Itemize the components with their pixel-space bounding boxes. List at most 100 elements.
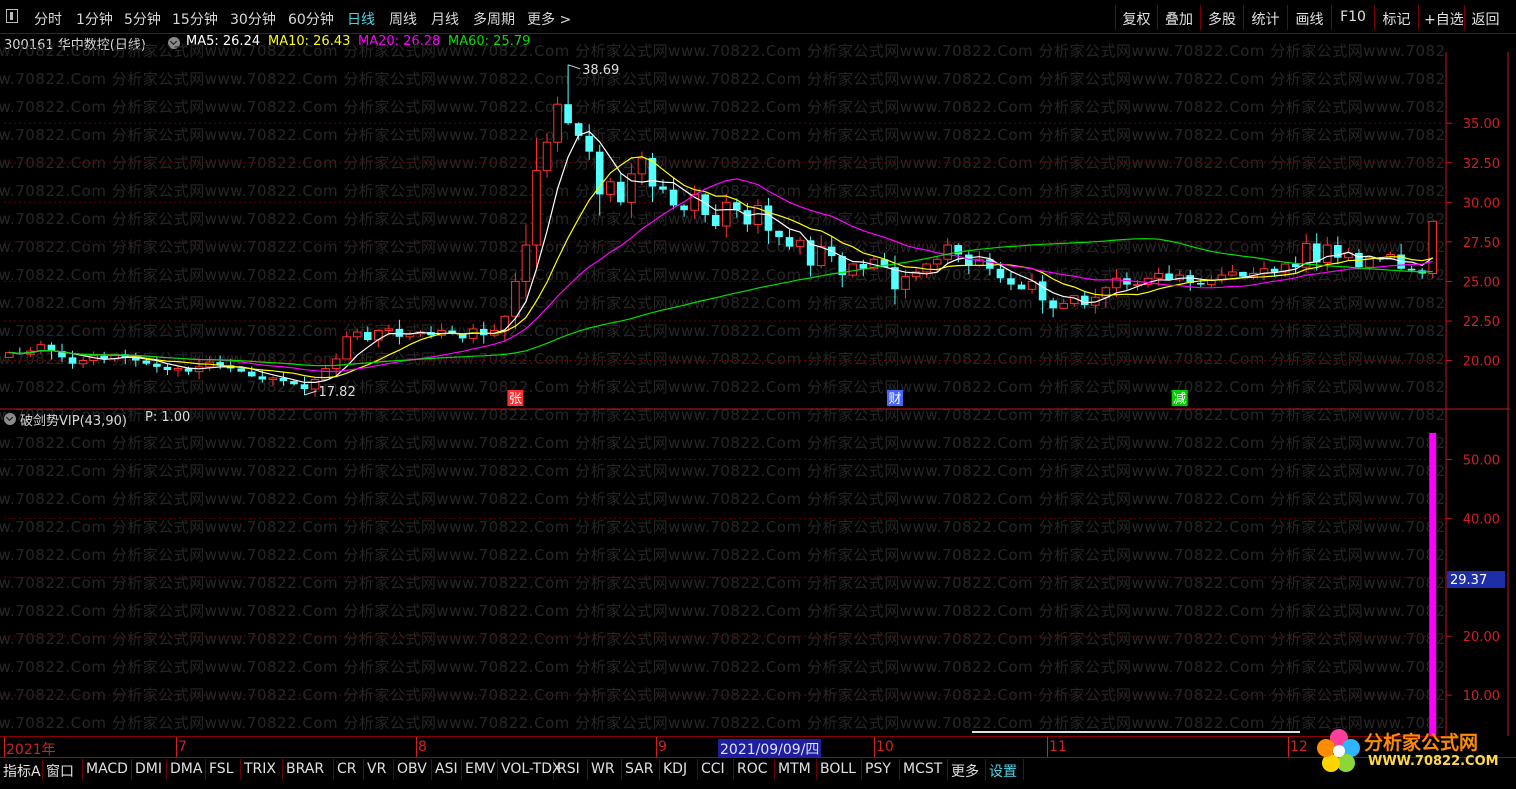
candle-body — [637, 157, 647, 175]
indicator-tab-9[interactable]: VR — [364, 759, 394, 780]
indicator-tab-0[interactable]: 指标A — [0, 759, 43, 780]
date-tick — [176, 737, 177, 757]
period-tab-4[interactable]: 30分钟 — [230, 9, 276, 29]
candle-body — [922, 263, 931, 273]
period-tab-0[interactable]: 分时 — [34, 9, 62, 29]
indicator-tab-6[interactable]: TRIX — [241, 759, 283, 780]
ma-dropdown-icon[interactable] — [168, 37, 180, 49]
indicator-tab-1[interactable]: 窗口 — [43, 759, 83, 780]
indicator-tab-13[interactable]: VOL-TDX — [498, 759, 562, 780]
candle-body — [1059, 303, 1068, 309]
toolbar-button-3[interactable]: 统计 — [1243, 5, 1287, 30]
date-tick — [4, 737, 5, 757]
stock-title: 300161 华中数控(日线) — [4, 38, 146, 53]
candle-body — [1428, 220, 1438, 275]
indicator-tab-16[interactable]: SAR — [622, 759, 660, 780]
event-marker[interactable]: 财 — [886, 390, 903, 407]
indicator-tab-21[interactable]: BOLL — [817, 759, 862, 780]
period-tab-6[interactable]: 日线 — [347, 9, 375, 29]
candle-body — [184, 368, 193, 372]
event-marker[interactable]: 减 — [1171, 390, 1188, 407]
candle-body — [1270, 268, 1279, 272]
price-tick-label: 32.50 — [1463, 157, 1500, 172]
candle-body — [1017, 284, 1026, 290]
ma60-label: MA60: 25.79 — [448, 34, 531, 49]
candle-body — [764, 205, 773, 231]
candle-body — [848, 263, 858, 276]
indicator-tab-8[interactable]: CR — [334, 759, 364, 780]
period-tab-3[interactable]: 15分钟 — [172, 9, 218, 29]
event-marker-label: 减 — [1173, 392, 1186, 407]
event-marker[interactable]: 张 — [507, 390, 524, 407]
candle-body — [173, 367, 183, 371]
price-tick-label: 22.50 — [1463, 315, 1500, 330]
toolbar-button-5[interactable]: F10 — [1331, 5, 1374, 30]
event-marker-label: 财 — [888, 392, 901, 407]
indicator-tab-3[interactable]: DMI — [132, 759, 167, 780]
indicator-chart[interactable]: 50.0040.0030.0020.0010.0029.37 — [0, 410, 1516, 736]
indicator-tab-4[interactable]: DMA — [167, 759, 206, 780]
candle-body — [1080, 295, 1089, 306]
ma5-line — [9, 130, 1434, 383]
period-tab-1[interactable]: 1分钟 — [76, 9, 113, 29]
ma20-label: MA20: 26.28 — [358, 34, 441, 49]
candle-body — [78, 360, 88, 365]
indicator-tab-19[interactable]: ROC — [734, 759, 775, 780]
indicator-tab-5[interactable]: FSL — [206, 759, 241, 780]
candle-body — [1038, 281, 1047, 301]
candle-body — [163, 366, 172, 371]
candle-body — [331, 358, 341, 369]
low-price-label: 17.82 — [319, 385, 356, 400]
period-tab-5[interactable]: 60分钟 — [288, 9, 334, 29]
candle-body — [743, 210, 752, 225]
ma10-label: MA10: 26.43 — [268, 34, 351, 49]
candle-body — [268, 377, 278, 381]
candle-body — [659, 186, 667, 190]
candle-body — [627, 173, 636, 203]
toolbar-button-7[interactable]: +自选 — [1418, 5, 1464, 30]
price-tick-label: 30.00 — [1463, 196, 1500, 211]
indicator-tick-label: 50.00 — [1463, 453, 1500, 468]
period-tab-10[interactable]: 更多 > — [527, 9, 571, 29]
candle-body — [237, 368, 246, 372]
indicator-tab-14[interactable]: RSI — [554, 759, 588, 780]
period-tab-9[interactable]: 多周期 — [473, 9, 515, 29]
toolbar-button-6[interactable]: 标记 — [1374, 5, 1418, 30]
indicator-tab-17[interactable]: KDJ — [660, 759, 698, 780]
indicator-tick-label: 20.00 — [1463, 630, 1500, 645]
date-label: 8 — [418, 739, 427, 755]
period-tab-7[interactable]: 周线 — [389, 9, 417, 29]
candle-body — [669, 189, 678, 206]
indicator-tab-2[interactable]: MACD — [83, 759, 132, 780]
toolbar-button-2[interactable]: 多股 — [1200, 5, 1243, 30]
logo-url: WWW.70822.COM — [1368, 754, 1499, 769]
indicator-tab-15[interactable]: WR — [588, 759, 622, 780]
indicator-tab-23[interactable]: MCST — [900, 759, 948, 780]
indicator-tab-7[interactable]: BRAR — [283, 759, 334, 780]
candle-body — [943, 244, 952, 260]
date-label: 7 — [178, 739, 187, 755]
period-tab-8[interactable]: 月线 — [431, 9, 459, 29]
toolbar-button-1[interactable]: 叠加 — [1157, 5, 1200, 30]
toolbar-button-0[interactable]: 复权 — [1115, 5, 1157, 30]
candlestick-chart[interactable]: 35.00 32.50 30.00 27.50 25.00 22.50 20.00 38.69… — [0, 52, 1516, 410]
indicator-tab-22[interactable]: PSY — [862, 759, 900, 780]
candle-body — [901, 276, 910, 290]
date-label: 2021年 — [6, 742, 56, 758]
indicator-tab-25[interactable]: 设置 — [986, 759, 1024, 780]
indicator-tab-18[interactable]: CCI — [698, 759, 734, 780]
top-toolbar: 分时 1分钟 5分钟 15分钟 30分钟 60分钟 日线 周线 月线 多周期 更多 > 复权 叠加 多股… — [0, 0, 1516, 34]
date-label: 10 — [876, 739, 894, 755]
indicator-tab-11[interactable]: ASI — [432, 759, 462, 780]
candle-body — [247, 371, 256, 377]
period-tab-2[interactable]: 5分钟 — [124, 9, 161, 29]
indicator-tab-20[interactable]: MTM — [775, 759, 817, 780]
indicator-tab-24[interactable]: 更多 — [948, 759, 986, 780]
toolbar-button-4[interactable]: 画线 — [1287, 5, 1331, 30]
candle-body — [142, 360, 151, 364]
candle-body — [1007, 278, 1015, 285]
toolbar-button-8[interactable]: 返回 — [1464, 5, 1506, 30]
indicator-tab-12[interactable]: EMV — [462, 759, 498, 780]
panel-toggle-icon[interactable] — [6, 9, 18, 23]
indicator-tab-10[interactable]: OBV — [394, 759, 432, 780]
